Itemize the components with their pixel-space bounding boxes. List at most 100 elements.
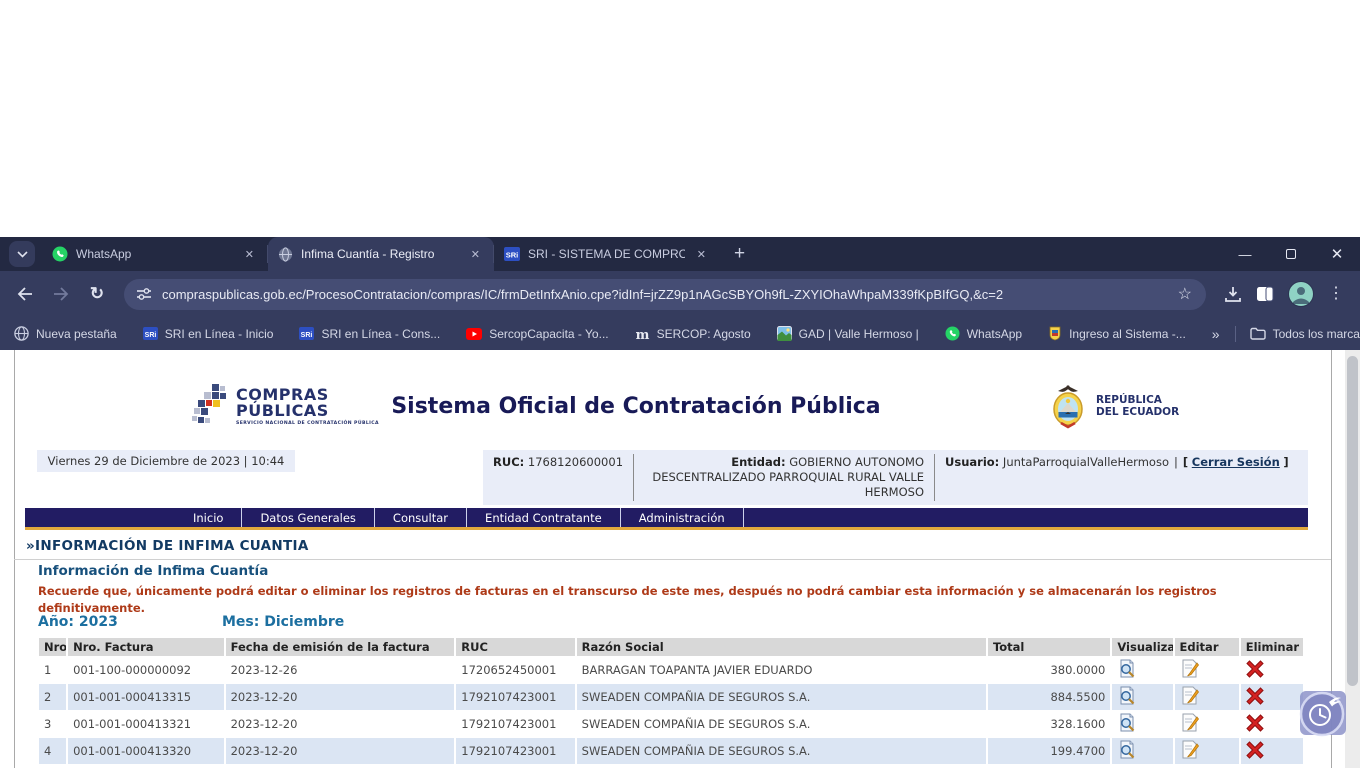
table-header-row: Nro Nro. Factura Fecha de emisión de la … [39,638,1303,656]
bookmark-label: Nueva pestaña [36,327,117,341]
user-label: Usuario: [945,455,999,469]
all-bookmarks-button[interactable]: Todos los marcadores [1250,327,1360,341]
tab-sri[interactable]: SRi SRI - SISTEMA DE COMPROBAN ✕ [494,237,720,271]
cell-fecha: 2023-12-20 [226,711,455,737]
site-info-icon[interactable] [136,287,152,301]
visualizar-icon[interactable] [1117,686,1136,708]
whatsapp-icon [945,326,960,341]
eliminar-icon[interactable] [1246,687,1264,708]
menu-item-inicio[interactable]: Inicio [175,508,242,527]
table-row: 2 001-001-000413315 2023-12-20 179210742… [39,684,1303,710]
maximize-button[interactable] [1268,237,1314,271]
close-window-button[interactable]: ✕ [1314,237,1360,271]
col-ruc: RUC [456,638,574,656]
cell-total: 380.0000 [988,657,1110,683]
forward-button[interactable] [46,279,76,309]
scrollbar[interactable] [1345,350,1360,768]
avatar[interactable] [1288,281,1314,307]
bookmark-whatsapp[interactable]: WhatsApp [945,326,1022,341]
back-icon [16,286,34,302]
tab-strip: WhatsApp ✕ Infima Cuantía - Registro ✕ S… [0,237,1360,271]
invoices-table: Nro Nro. Factura Fecha de emisión de la … [37,637,1305,765]
visualizar-icon[interactable] [1117,740,1136,762]
sri-icon: SRi [299,326,314,341]
url-text[interactable]: compraspublicas.gob.ec/ProcesoContrataci… [162,287,1170,302]
bookmark-ingreso-sistema[interactable]: Ingreso al Sistema -... [1048,326,1186,341]
table-row: 1 001-100-000000092 2023-12-26 172065245… [39,657,1303,683]
republic-line2: DEL ECUADOR [1096,406,1179,418]
bookmark-label: SRI en Línea - Inicio [165,327,274,341]
bookmark-label: SERCOP: Agosto [657,327,751,341]
cell-factura: 001-001-000413315 [68,684,223,710]
back-button[interactable] [10,279,40,309]
globe-icon [14,326,29,341]
bracket: ] [1283,455,1288,469]
kebab-menu-icon[interactable]: ⋮ [1328,286,1344,302]
bookmark-star-icon[interactable]: ☆ [1170,284,1200,304]
tab-label: WhatsApp [76,247,233,261]
download-icon[interactable] [1224,286,1242,303]
tab-infima-cuantia[interactable]: Infima Cuantía - Registro ✕ [268,237,494,271]
republic-logo: REPÚBLICA DEL ECUADOR [1046,382,1179,430]
editar-icon[interactable] [1180,686,1199,708]
republic-line1: REPÚBLICA [1096,394,1179,406]
bookmark-label: SercopCapacita - Yo... [489,327,608,341]
menu-item-entidad-contratante[interactable]: Entidad Contratante [467,508,621,527]
cell-nro: 4 [39,738,66,764]
more-bookmarks-icon[interactable]: » [1212,326,1221,342]
scrollbar-thumb[interactable] [1347,356,1358,686]
menu-item-datos-generales[interactable]: Datos Generales [242,508,374,527]
browser-toolbar: ↻ compraspublicas.gob.ec/ProcesoContrata… [0,271,1360,317]
sri-icon: SRi [504,246,520,262]
menu-item-consultar[interactable]: Consultar [375,508,467,527]
divider [14,559,1331,560]
close-icon[interactable]: ✕ [693,246,710,263]
tab-whatsapp[interactable]: WhatsApp ✕ [42,237,268,271]
editar-icon[interactable] [1180,659,1199,681]
session-ruc: RUC: 1768120600001 [483,453,633,502]
reload-button[interactable]: ↻ [82,279,112,309]
cell-total: 884.5500 [988,684,1110,710]
logout-link[interactable]: Cerrar Sesión [1192,455,1280,469]
editar-icon[interactable] [1180,740,1199,762]
cell-ruc: 1792107423001 [456,711,574,737]
cell-nro: 1 [39,657,66,683]
cell-nro: 3 [39,711,66,737]
bookmark-gad-valle-hermoso[interactable]: GAD | Valle Hermoso | [777,326,919,341]
globe-icon [278,247,293,262]
logo-tagline: SERVICIO NACIONAL DE CONTRATACIÓN PÚBLIC… [236,421,379,426]
page-content: COMPRAS PÚBLICAS SERVICIO NACIONAL DE CO… [0,350,1360,768]
new-tab-button[interactable]: + [720,243,759,265]
tab-search-button[interactable] [9,241,35,267]
eliminar-icon[interactable] [1246,660,1264,681]
entity-value: GOBIERNO AUTONOMO DESCENTRALIZADO PARROQ… [652,455,924,499]
cell-ruc: 1792107423001 [456,738,574,764]
bookmark-sri-cons[interactable]: SRi SRI en Línea - Cons... [299,326,440,341]
menu-item-administracion[interactable]: Administración [621,508,744,527]
cell-ruc: 1792107423001 [456,684,574,710]
cell-factura: 001-100-000000092 [68,657,223,683]
window-controls: — ✕ [1222,237,1360,271]
sidebar-icon[interactable] [1256,286,1274,302]
eliminar-icon[interactable] [1246,741,1264,762]
image-icon [777,326,792,341]
visualizar-icon[interactable] [1117,659,1136,681]
editar-icon[interactable] [1180,713,1199,735]
address-bar[interactable]: compraspublicas.gob.ec/ProcesoContrataci… [124,279,1206,310]
bookmark-sercop-agosto[interactable]: m SERCOP: Agosto [635,327,751,341]
close-icon[interactable]: ✕ [467,246,484,263]
minimize-button[interactable]: — [1222,237,1268,271]
bookmark-sercopcapacita[interactable]: SercopCapacita - Yo... [466,327,608,341]
all-bookmarks-label: Todos los marcadores [1273,327,1360,341]
floating-timer-widget[interactable] [1298,689,1346,742]
cell-razon: SWEADEN COMPAÑIA DE SEGUROS S.A. [577,711,986,737]
bookmark-sri-inicio[interactable]: SRi SRI en Línea - Inicio [143,326,274,341]
cell-factura: 001-001-000413321 [68,711,223,737]
bookmark-nueva-pestana[interactable]: Nueva pestaña [14,326,117,341]
eliminar-icon[interactable] [1246,714,1264,735]
datetime-box: Viernes 29 de Diciembre de 2023 | 10:44 [37,450,295,472]
close-icon[interactable]: ✕ [241,246,258,263]
chevron-down-icon [17,251,28,258]
toolbar-actions: ⋮ [1218,281,1350,307]
visualizar-icon[interactable] [1117,713,1136,735]
